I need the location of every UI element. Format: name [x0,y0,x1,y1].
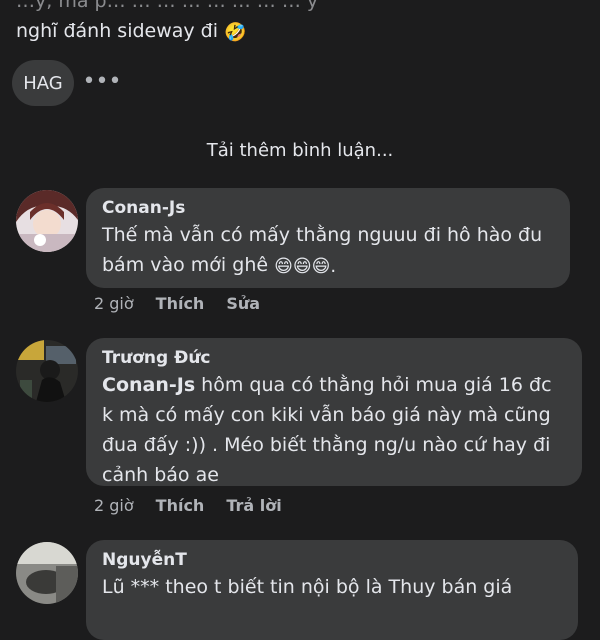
comment-bubble: Trương Đức Conan-Js hôm qua có thằng hỏi… [86,338,582,486]
mention-tag[interactable]: Conan-Js [102,374,195,396]
more-options-icon[interactable]: ••• [83,66,122,96]
comment-text: Lũ *** theo t biết tin nội bộ là Thuy bá… [102,572,562,602]
comment-body: Lũ *** theo t biết tin nội bộ là Thuy bá… [102,576,513,598]
avatar-photo-image [16,340,78,402]
comment-bubble: NguyễnT Lũ *** theo t biết tin nội bộ là… [86,540,578,640]
like-button[interactable]: Thích [156,294,205,313]
load-more-comments-link[interactable]: Tải thêm bình luận... [0,140,600,161]
post-text: …y, mà p… … … … … … … … y nghĩ đánh side… [16,0,596,48]
laughing-emoji-icon: 🤣 [224,22,247,43]
post-text-line-1: …y, mà p… … … … … … … … y [16,0,319,12]
comment-author[interactable]: Conan-Js [102,196,554,220]
comment-time: 2 giờ [94,496,134,515]
post-text-line-2: nghĩ đánh sideway đi 🤣 [16,16,596,48]
comment-bubble: Conan-Js Thế mà vẫn có mấy thằng nguuu đ… [86,188,570,288]
like-button[interactable]: Thích [156,496,205,515]
comment-time: 2 giờ [94,294,134,313]
avatar[interactable] [16,190,78,252]
smiling-emoji-icon: 😄😄😄. [274,256,337,277]
comment-text: Thế mà vẫn có mấy thằng nguuu đi hô hào … [102,220,554,282]
avatar-car-interior-image [16,542,78,604]
reply-button[interactable]: Trả lời [226,496,281,515]
post-text-line-2-text: nghĩ đánh sideway đi [16,20,219,42]
comment-author[interactable]: Trương Đức [102,346,566,370]
avatar-anime-image [16,190,78,252]
reaction-chip-hag[interactable]: HAG [12,60,74,106]
avatar[interactable] [16,542,78,604]
comment-meta: 2 giờ Thích Trả lời [94,496,282,515]
comment-text: Conan-Js hôm qua có thằng hỏi mua giá 16… [102,370,566,490]
comment-meta: 2 giờ Thích Sửa [94,294,260,313]
edit-button[interactable]: Sửa [226,294,260,313]
comment-author[interactable]: NguyễnT [102,548,562,572]
avatar[interactable] [16,340,78,402]
